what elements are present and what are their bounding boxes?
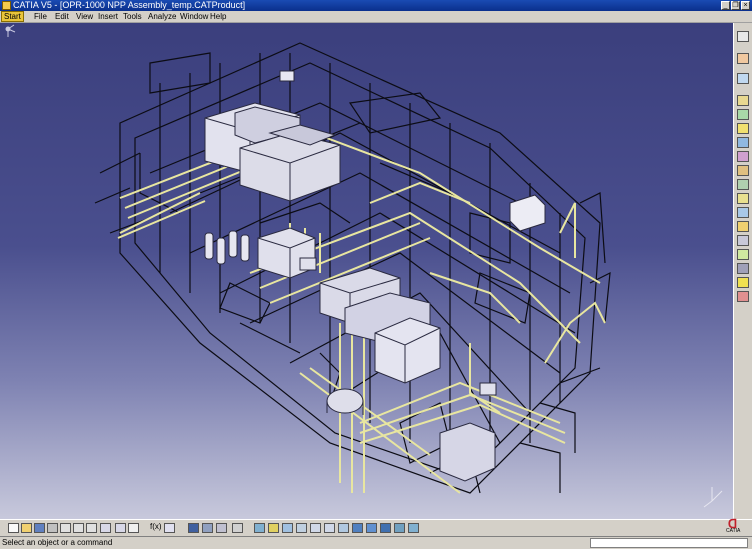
- menu-edit[interactable]: Edit: [53, 11, 71, 22]
- status-message: Select an object or a command: [2, 538, 113, 547]
- restore-button[interactable]: ❐: [731, 1, 740, 10]
- command-input[interactable]: [590, 538, 748, 548]
- swap-space-icon[interactable]: [408, 523, 419, 533]
- menu-file[interactable]: File: [32, 11, 49, 22]
- toolbar-icon-12[interactable]: [737, 207, 749, 218]
- toolbar-icon-5[interactable]: [737, 109, 749, 120]
- catalog-icon[interactable]: [188, 523, 199, 533]
- compass-icon[interactable]: [5, 24, 16, 37]
- toolbar-icon-10[interactable]: [737, 179, 749, 190]
- catia-app-icon[interactable]: [2, 1, 11, 10]
- copy-icon[interactable]: [73, 523, 84, 533]
- fly-mode-icon[interactable]: [254, 523, 265, 533]
- lightbulb-icon[interactable]: [737, 277, 749, 288]
- menu-view[interactable]: View: [74, 11, 95, 22]
- catia-logo: ᗡ CATIA: [722, 517, 748, 535]
- zoom-in-icon[interactable]: [310, 523, 321, 533]
- plant-model[interactable]: [0, 23, 733, 519]
- toolbar-icon-14[interactable]: [737, 235, 749, 246]
- save-icon[interactable]: [34, 523, 45, 533]
- new-file-icon[interactable]: [8, 523, 19, 533]
- catia-logo-text: CATIA: [726, 528, 741, 534]
- toolbar-icon-13[interactable]: [737, 221, 749, 232]
- toolbar-icon-16[interactable]: [737, 263, 749, 274]
- menu-bar: Start File Edit View Insert Tools Analyz…: [0, 11, 752, 23]
- bottom-toolbar: f(x): [0, 519, 752, 536]
- toolbar-icon-9[interactable]: [737, 165, 749, 176]
- toolbar-icon-11[interactable]: [737, 193, 749, 204]
- print-icon[interactable]: [47, 523, 58, 533]
- minimize-button[interactable]: _: [721, 1, 730, 10]
- iso-view-icon[interactable]: [366, 523, 377, 533]
- toolbar-icon-8[interactable]: [737, 151, 749, 162]
- toolbar-icon-15[interactable]: [737, 249, 749, 260]
- knowledge-icon[interactable]: [164, 523, 175, 533]
- rotate-icon[interactable]: [296, 523, 307, 533]
- redo-icon[interactable]: [115, 523, 126, 533]
- right-toolbar: [733, 23, 752, 519]
- normal-view-icon[interactable]: [338, 523, 349, 533]
- menu-analyze[interactable]: Analyze: [146, 11, 178, 22]
- open-folder-icon[interactable]: [21, 523, 32, 533]
- multi-view-icon[interactable]: [352, 523, 363, 533]
- undo-icon[interactable]: [100, 523, 111, 533]
- toolbar-icon-2[interactable]: [737, 53, 749, 64]
- toolbar-icon-b1[interactable]: [202, 523, 213, 533]
- menu-window[interactable]: Window: [178, 11, 210, 22]
- fit-all-icon[interactable]: [268, 523, 279, 533]
- menu-help[interactable]: Help: [208, 11, 228, 22]
- toolbar-icon-18[interactable]: [737, 291, 749, 302]
- toolbar-icon-4[interactable]: [737, 95, 749, 106]
- menu-tools[interactable]: Tools: [121, 11, 144, 22]
- toolbar-icon-3[interactable]: [737, 73, 749, 84]
- menu-start[interactable]: Start: [1, 11, 24, 22]
- toolbar-icon-b3[interactable]: [232, 523, 243, 533]
- toolbar-icon-1[interactable]: [737, 31, 749, 42]
- hide-show-icon[interactable]: [394, 523, 405, 533]
- toolbar-icon-b2[interactable]: [216, 523, 227, 533]
- 3d-viewport[interactable]: [0, 23, 733, 519]
- toolbar-icon-6[interactable]: [737, 123, 749, 134]
- xyz-axis-icon: [703, 487, 723, 508]
- window-controls: _ ❐ ×: [721, 1, 750, 10]
- window-title: CATIA V5 - [OPR-1000 NPP Assembly_temp.C…: [13, 0, 246, 10]
- close-button[interactable]: ×: [741, 1, 750, 10]
- status-bar: Select an object or a command: [0, 536, 752, 549]
- title-bar: CATIA V5 - [OPR-1000 NPP Assembly_temp.C…: [0, 0, 752, 11]
- paste-icon[interactable]: [86, 523, 97, 533]
- pan-icon[interactable]: [282, 523, 293, 533]
- menu-insert[interactable]: Insert: [96, 11, 120, 22]
- toolbar-icon-7[interactable]: [737, 137, 749, 148]
- help-icon[interactable]: [128, 523, 139, 533]
- shading-icon[interactable]: [380, 523, 391, 533]
- formula-label[interactable]: f(x): [150, 522, 162, 531]
- zoom-out-icon[interactable]: [324, 523, 335, 533]
- cut-icon[interactable]: [60, 523, 71, 533]
